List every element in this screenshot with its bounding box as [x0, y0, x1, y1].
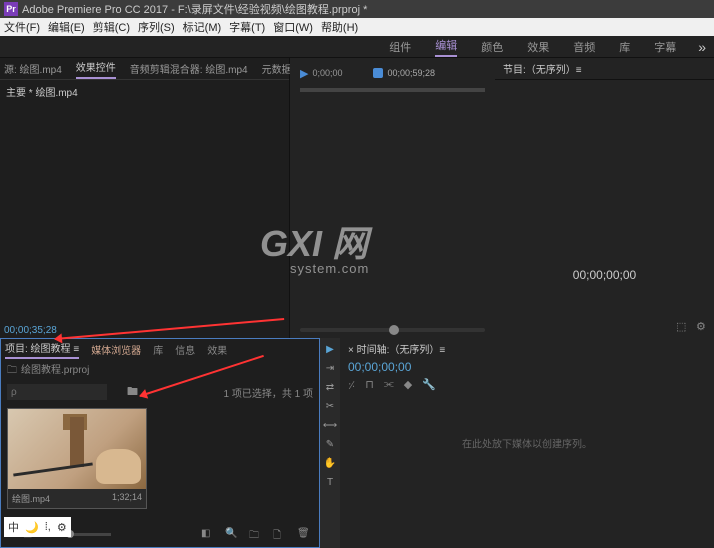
master-clip-label: 主要 * 绘图.mp4	[0, 80, 289, 103]
hammer-shape	[70, 417, 84, 467]
ws-tab-audio[interactable]: 音频	[573, 39, 595, 55]
find-icon[interactable]: 🔍	[225, 528, 239, 540]
track-bar[interactable]	[300, 88, 485, 92]
lower-panels: 项目: 绘图教程 ≡ 媒体浏览器 库 信息 效果 🗀绘图教程.prproj 🖿 …	[0, 338, 714, 548]
titlebar-text: Adobe Premiere Pro CC 2017 - F:\录屏文件\经验视…	[22, 1, 367, 17]
razor-tool-icon[interactable]: ✂	[323, 399, 337, 413]
clip-thumbnail[interactable]: 绘图.mp4 1;32;14	[7, 408, 147, 509]
ruler-tc-start: 0;00;00	[312, 68, 342, 78]
project-tabs: 项目: 绘图教程 ≡ 媒体浏览器 库 信息 效果	[1, 339, 319, 359]
search-input[interactable]	[7, 384, 107, 400]
timeline-timecode[interactable]: 00;00;00;00	[340, 358, 714, 376]
ws-more-icon[interactable]: »	[698, 39, 706, 55]
effect-timeline: ▶ 0;00;00 00;00;59;28	[290, 58, 495, 338]
new-bin-button[interactable]: 🗀	[249, 528, 263, 540]
menu-help[interactable]: 帮助(H)	[321, 19, 358, 35]
tools-panel: ▶ ⇥ ⇄ ✂ ⟷ ✎ ✋ T	[320, 338, 340, 548]
brush-shape	[13, 462, 93, 476]
tab-effects[interactable]: 效果	[207, 342, 227, 357]
timeline-panel: × 时间轴:（无序列）≡ 00;00;00;00 ⸓ ⊓ ⫘ ◆ 🔧 在此处放下…	[340, 338, 714, 548]
tab-libraries[interactable]: 库	[153, 342, 163, 357]
ws-tab-editing[interactable]: 编辑	[435, 37, 457, 57]
clip-preview	[8, 409, 146, 489]
workspace-tabs: 组件 编辑 颜色 效果 音频 库 字幕 »	[0, 36, 714, 58]
timeline-placeholder: 在此处放下媒体以创建序列。	[462, 436, 592, 451]
ws-tab-titles[interactable]: 字幕	[654, 39, 676, 55]
tab-audio-mixer[interactable]: 音频剪辑混合器: 绘图.mp4	[130, 61, 248, 76]
new-bin-icon[interactable]: 🖿	[127, 383, 138, 402]
menu-edit[interactable]: 编辑(E)	[48, 19, 85, 35]
hand-shape	[96, 449, 141, 484]
bin-icon: 🗀	[7, 365, 17, 376]
menu-window[interactable]: 窗口(W)	[273, 19, 313, 35]
linked-icon[interactable]: ⫘	[384, 378, 394, 393]
tab-info[interactable]: 信息	[175, 342, 195, 357]
tab-project[interactable]: 项目: 绘图教程 ≡	[5, 340, 79, 359]
auto-transcode-icon[interactable]: ◧	[201, 528, 215, 540]
ws-tab-color[interactable]: 颜色	[481, 39, 503, 55]
ws-tab-assembly[interactable]: 组件	[389, 39, 411, 55]
type-tool-icon[interactable]: T	[323, 475, 337, 489]
tab-metadata[interactable]: 元数据	[262, 61, 292, 76]
program-panel: 节目:（无序列）≡ 00;00;00;00 ⬚ ⚙	[495, 58, 714, 338]
tab-media-browser[interactable]: 媒体浏览器	[91, 342, 141, 357]
track-select-tool-icon[interactable]: ⇥	[323, 361, 337, 375]
selection-tool-icon[interactable]: ▶	[323, 342, 337, 356]
program-header[interactable]: 节目:（无序列）≡	[495, 58, 714, 80]
source-panel: 源: 绘图.mp4 效果控件 音频剪辑混合器: 绘图.mp4 元数据 主要 * …	[0, 58, 290, 338]
clip-duration: 1;32;14	[112, 492, 142, 505]
zoom-slider[interactable]	[300, 328, 485, 332]
upper-panels: 源: 绘图.mp4 效果控件 音频剪辑混合器: 绘图.mp4 元数据 主要 * …	[0, 58, 714, 338]
ruler-tc-end: 00;00;59;28	[388, 68, 436, 78]
source-tabs: 源: 绘图.mp4 效果控件 音频剪辑混合器: 绘图.mp4 元数据	[0, 58, 289, 80]
zoom-thumb[interactable]	[389, 325, 399, 335]
hand-tool-icon[interactable]: ✋	[323, 456, 337, 470]
ime-gear-icon[interactable]: ⚙	[57, 521, 67, 534]
timeline-header[interactable]: × 时间轴:（无序列）≡	[340, 338, 714, 358]
footer-right: ◧ 🔍 🗀 🗋 🗑	[201, 528, 315, 540]
menu-file[interactable]: 文件(F)	[4, 19, 40, 35]
trash-icon[interactable]: 🗑	[297, 528, 311, 540]
ime-punct-icon[interactable]: ⁞,	[45, 521, 51, 533]
wrench-icon[interactable]: 🔧	[422, 378, 436, 393]
ripple-tool-icon[interactable]: ⇄	[323, 380, 337, 394]
ws-tab-library[interactable]: 库	[619, 39, 630, 55]
titlebar: Pr Adobe Premiere Pro CC 2017 - F:\录屏文件\…	[0, 0, 714, 18]
program-controls: ⬚ ⚙	[676, 320, 710, 334]
fit-icon[interactable]: ⬚	[676, 320, 690, 334]
nest-icon[interactable]: ⸓	[348, 378, 355, 393]
source-timecode[interactable]: 00;00;35;28	[4, 325, 57, 336]
thumbnail-area: 绘图.mp4 1;32;14	[1, 402, 319, 515]
ime-lang[interactable]: 中	[8, 519, 19, 535]
playhead-marker-icon[interactable]: ▶	[300, 67, 308, 80]
program-timecode: 00;00;00;00	[573, 268, 636, 282]
menu-sequence[interactable]: 序列(S)	[138, 19, 175, 35]
ws-tab-effects[interactable]: 效果	[527, 39, 549, 55]
new-item-icon[interactable]: 🗋	[273, 528, 287, 540]
menu-marker[interactable]: 标记(M)	[183, 19, 222, 35]
menubar: 文件(F) 编辑(E) 剪辑(C) 序列(S) 标记(M) 字幕(T) 窗口(W…	[0, 18, 714, 36]
project-search-row: 🖿 1 项已选择，共 1 项	[1, 382, 319, 402]
snap-icon[interactable]: ⊓	[365, 378, 374, 393]
settings-icon[interactable]: ⚙	[696, 320, 710, 334]
ruler: ▶ 0;00;00 00;00;59;28	[290, 58, 495, 88]
ime-bar: 中 🌙 ⁞, ⚙	[4, 517, 71, 537]
marker-icon[interactable]: ◆	[404, 378, 412, 393]
app-icon: Pr	[4, 2, 18, 16]
timeline-toolbar: ⸓ ⊓ ⫘ ◆ 🔧	[340, 376, 714, 395]
menu-clip[interactable]: 剪辑(C)	[93, 19, 130, 35]
tab-source[interactable]: 源: 绘图.mp4	[4, 61, 62, 76]
item-count: 1 项已选择，共 1 项	[224, 385, 313, 400]
project-name: 🗀绘图教程.prproj	[1, 359, 319, 382]
clip-name: 绘图.mp4	[12, 492, 50, 505]
clip-label: 绘图.mp4 1;32;14	[8, 489, 146, 508]
slip-tool-icon[interactable]: ⟷	[323, 418, 337, 432]
ime-moon-icon[interactable]: 🌙	[25, 521, 39, 534]
playhead-icon[interactable]	[373, 68, 383, 78]
menu-title[interactable]: 字幕(T)	[229, 19, 265, 35]
pen-tool-icon[interactable]: ✎	[323, 437, 337, 451]
tab-effect-controls[interactable]: 效果控件	[76, 59, 116, 79]
